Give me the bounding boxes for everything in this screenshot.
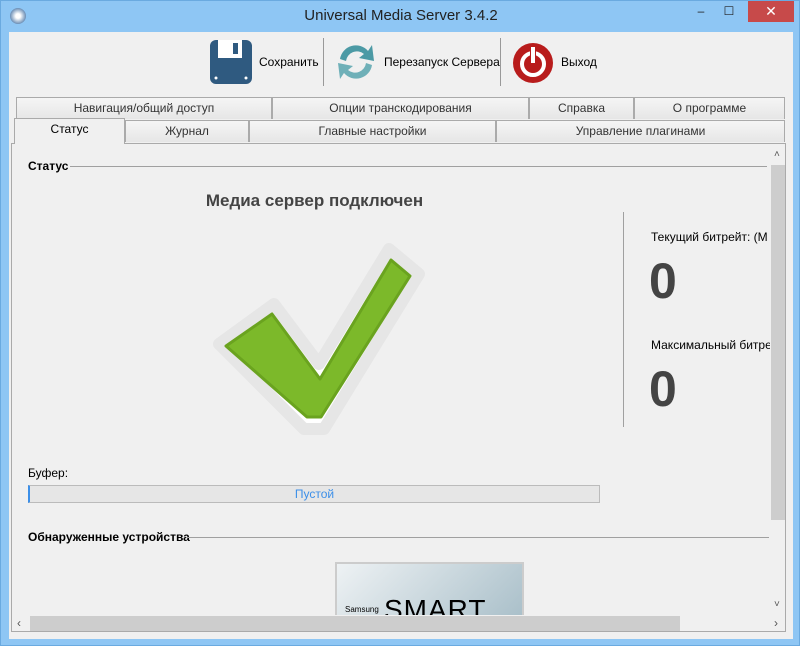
tab-about[interactable]: О программе — [634, 97, 785, 119]
tab-transcoding[interactable]: Опции транскодирования — [272, 97, 529, 119]
divider — [70, 166, 767, 167]
tab-row-2: Статус Журнал Главные настройки Управлен… — [9, 118, 793, 144]
max-bitrate-label: Максимальный битре — [651, 338, 772, 352]
horizontal-scroll-thumb[interactable] — [30, 616, 680, 631]
device-brand: Samsung — [345, 605, 379, 614]
title-bar: Universal Media Server 3.4.2 — [1, 1, 800, 32]
tab-row-1: Навигация/общий доступ Опции транскодиро… — [9, 97, 793, 119]
max-bitrate-value: 0 — [649, 361, 677, 417]
scroll-right-icon[interactable]: › — [774, 616, 778, 630]
vertical-scroll-thumb[interactable] — [771, 165, 785, 520]
scroll-left-icon[interactable]: ‹ — [17, 616, 21, 630]
samsung-smart-tv-device[interactable]: Samsung SMART TV — [335, 562, 524, 622]
exit-label: Выход — [561, 55, 597, 69]
tab-help[interactable]: Справка — [529, 97, 634, 119]
app-icon[interactable] — [10, 8, 26, 24]
buffer-progress-bar: Пустой — [28, 485, 600, 503]
server-status-headline: Медиа сервер подключен — [205, 191, 424, 210]
devices-section-title: Обнаруженные устройства — [28, 530, 190, 544]
refresh-icon — [334, 39, 378, 85]
scroll-up-icon[interactable]: ˄ — [774, 149, 780, 160]
checkmark-icon — [204, 234, 429, 442]
floppy-disk-icon — [209, 39, 253, 85]
restart-label: Перезапуск Сервера — [384, 55, 500, 69]
toolbar-separator — [500, 38, 501, 86]
save-label: Сохранить — [259, 55, 319, 69]
horizontal-scrollbar[interactable]: ‹ › — [12, 615, 785, 631]
status-panel: Статус Медиа сервер подключен Текущий би… — [11, 143, 786, 632]
vertical-scrollbar[interactable]: ˄ ˅ — [770, 147, 785, 615]
buffer-label: Буфер: — [28, 466, 69, 480]
restart-server-button[interactable]: Перезапуск Сервера — [334, 36, 500, 88]
current-bitrate-label: Текущий битрейт: (М — [651, 230, 768, 244]
tab-navigation[interactable]: Навигация/общий доступ — [16, 97, 272, 119]
app-window: Universal Media Server 3.4.2 – ☐ ✕ Сохра… — [0, 0, 800, 646]
maximize-button[interactable]: ☐ — [716, 1, 742, 22]
current-bitrate-value: 0 — [649, 253, 677, 309]
toolbar-separator — [323, 38, 324, 86]
save-button[interactable]: Сохранить — [209, 36, 319, 88]
status-section-title: Статус — [28, 159, 69, 173]
client-area: Сохранить Перезапуск Сервера Выход Навиг… — [9, 32, 793, 639]
power-icon — [511, 39, 555, 85]
exit-button[interactable]: Выход — [511, 36, 597, 88]
vertical-divider — [623, 212, 624, 427]
tab-status[interactable]: Статус — [14, 118, 125, 144]
close-button[interactable]: ✕ — [748, 1, 794, 22]
scroll-down-icon[interactable]: ˅ — [774, 599, 780, 610]
tab-log[interactable]: Журнал — [125, 120, 249, 142]
minimize-button[interactable]: – — [688, 1, 714, 22]
tab-general-settings[interactable]: Главные настройки — [249, 120, 496, 142]
window-title: Universal Media Server 3.4.2 — [304, 7, 498, 24]
tab-plugins[interactable]: Управление плагинами — [496, 120, 785, 142]
divider — [186, 537, 769, 538]
